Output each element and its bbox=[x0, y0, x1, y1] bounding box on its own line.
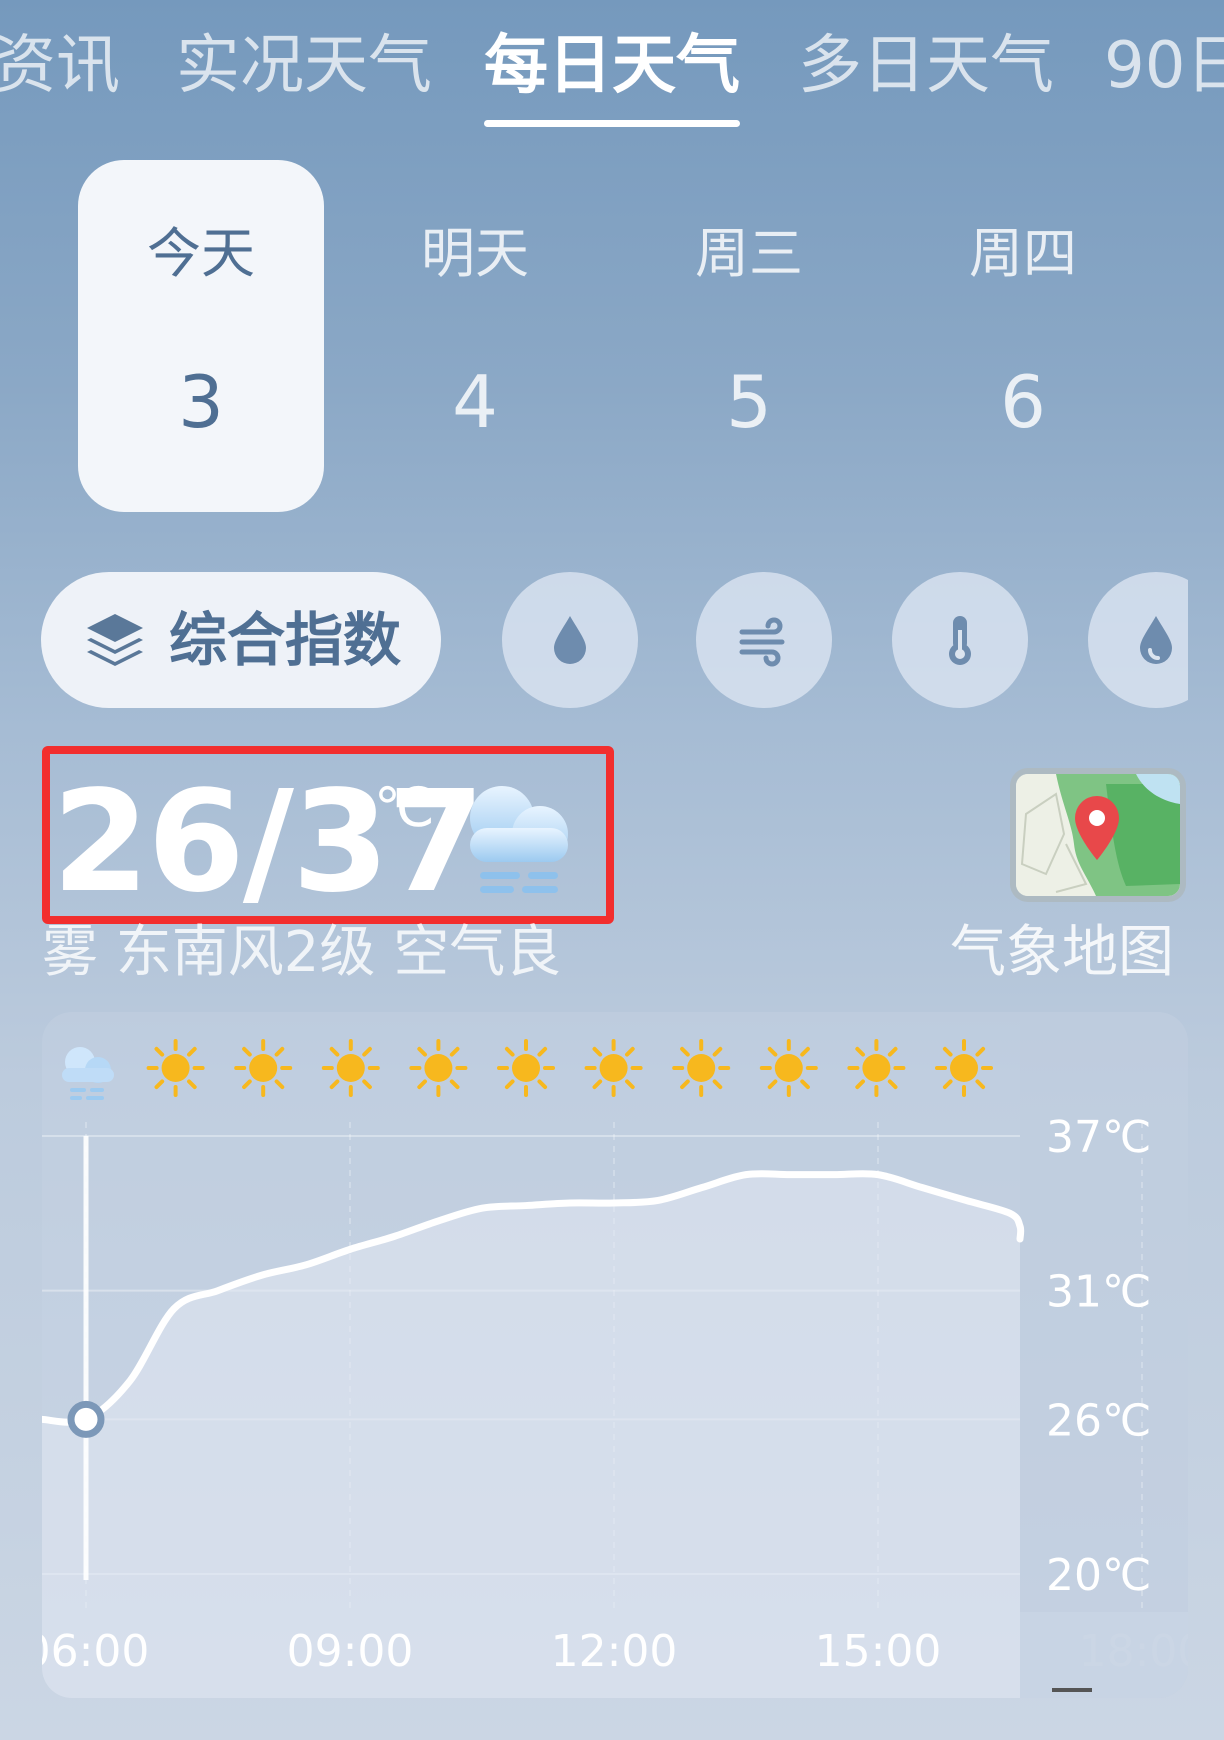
day-number: 5 bbox=[726, 360, 772, 444]
sun-icon bbox=[234, 1039, 293, 1097]
tab-daily-weather[interactable]: 每日天气 bbox=[484, 28, 740, 104]
y-tick-label: 20℃ bbox=[1046, 1550, 1151, 1601]
y-tick-label: 26℃ bbox=[1046, 1395, 1151, 1446]
top-tab-bar: 资讯 实况天气 每日天气 多日天气 90日 bbox=[0, 0, 1224, 135]
sun-icon bbox=[847, 1039, 906, 1097]
sun-icon bbox=[497, 1039, 555, 1097]
day-number: 4 bbox=[452, 360, 498, 444]
day-name: 周三 bbox=[695, 222, 803, 285]
thermometer-icon bbox=[949, 616, 971, 665]
scroll-handle[interactable] bbox=[1052, 1688, 1092, 1692]
wind-index-button[interactable] bbox=[696, 572, 832, 708]
map-pin-icon bbox=[1075, 796, 1119, 860]
day-thursday[interactable]: 周四 6 bbox=[900, 160, 1146, 512]
sun-icon bbox=[759, 1039, 818, 1097]
day-name: 今天 bbox=[147, 222, 255, 285]
temperature-index-button[interactable] bbox=[892, 572, 1028, 708]
active-tab-indicator bbox=[484, 120, 740, 127]
day-name: 明天 bbox=[421, 222, 529, 285]
current-temperature-marker[interactable] bbox=[67, 1400, 105, 1438]
sun-icon bbox=[672, 1039, 731, 1097]
sun-icon bbox=[935, 1039, 993, 1097]
day-wednesday[interactable]: 周三 5 bbox=[626, 160, 872, 512]
water-drop-icon bbox=[1140, 616, 1172, 664]
sun-icon bbox=[584, 1039, 643, 1097]
y-tick-label: 37℃ bbox=[1046, 1112, 1151, 1163]
tab-multi-day-weather[interactable]: 多日天气 bbox=[798, 28, 1054, 104]
water-drop-icon bbox=[554, 616, 586, 664]
wind-icon bbox=[739, 617, 785, 667]
precipitation-index-button[interactable] bbox=[1088, 572, 1188, 708]
x-tick-label: 15:00 bbox=[815, 1626, 942, 1677]
humidity-index-button[interactable] bbox=[502, 572, 638, 708]
day-tomorrow[interactable]: 明天 4 bbox=[352, 160, 598, 512]
y-axis-panel-footer bbox=[1020, 1612, 1188, 1698]
x-tick-label: 12:00 bbox=[551, 1626, 678, 1677]
highlight-annotation-box bbox=[42, 746, 614, 924]
tab-news[interactable]: 资讯 bbox=[0, 28, 120, 104]
hourly-temperature-chart: 37℃31℃26℃20℃06:0009:0012:0015:0018:00 bbox=[42, 1012, 1188, 1698]
day-number: 6 bbox=[1000, 360, 1046, 444]
fog-cloud-icon bbox=[62, 1047, 114, 1100]
sun-icon bbox=[146, 1039, 205, 1097]
day-today[interactable]: 今天 3 bbox=[78, 160, 324, 512]
hourly-chart-svg: 37℃31℃26℃20℃06:0009:0012:0015:0018:00 bbox=[42, 1012, 1188, 1698]
tab-live-weather[interactable]: 实况天气 bbox=[176, 28, 432, 104]
tab-90-day[interactable]: 90日 bbox=[1104, 28, 1224, 104]
weather-map-label[interactable]: 气象地图 bbox=[950, 918, 1174, 988]
day-name: 周四 bbox=[969, 222, 1077, 285]
x-tick-label: 06:00 bbox=[42, 1626, 149, 1677]
index-chip-strip bbox=[0, 560, 1188, 720]
x-tick-label: 09:00 bbox=[287, 1626, 414, 1677]
temperature-area bbox=[42, 1173, 1021, 1698]
y-tick-label: 31℃ bbox=[1046, 1267, 1151, 1318]
sun-icon bbox=[409, 1039, 468, 1097]
day-number: 3 bbox=[178, 360, 224, 444]
sun-icon bbox=[321, 1039, 380, 1097]
weather-description: 雾 东南风2级 空气良 bbox=[42, 920, 562, 985]
weather-map-thumbnail[interactable] bbox=[1010, 768, 1186, 902]
